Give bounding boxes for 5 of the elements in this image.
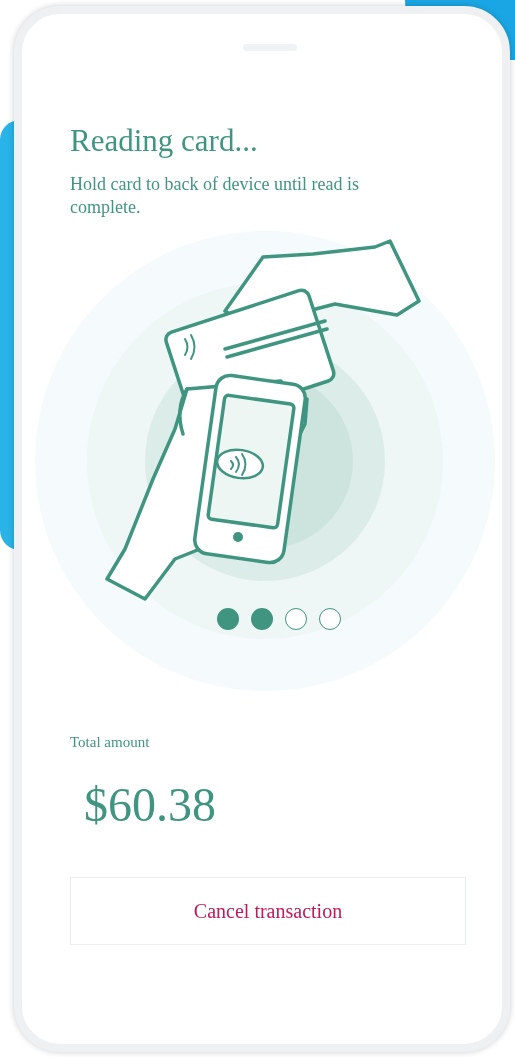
instruction-text: Hold card to back of device until read is complete.: [70, 173, 360, 219]
total-amount: $60.38: [84, 777, 217, 833]
total-label: Total amount: [70, 733, 151, 751]
screen-title: Reading card...: [70, 123, 259, 159]
cancel-button[interactable]: Cancel transaction: [70, 877, 466, 945]
